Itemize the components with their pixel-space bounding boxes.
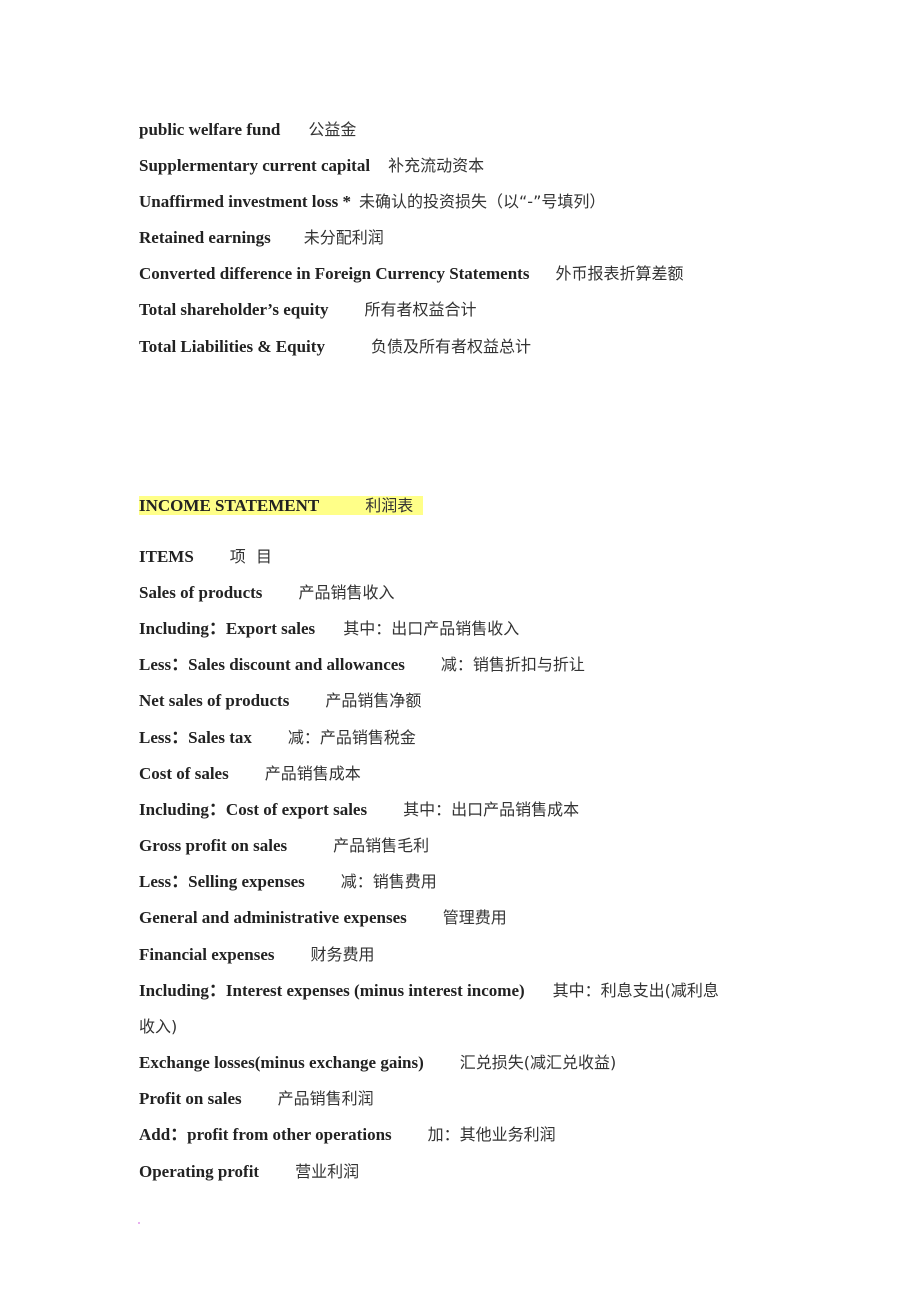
- term-english: Net sales of products: [139, 691, 290, 710]
- term-chinese: 减：产品销售税金: [287, 728, 416, 747]
- term-chinese: 其中：利息支出(减利息: [552, 981, 719, 1000]
- term-row: Including：Export sales 其中：出口产品销售收入: [139, 618, 519, 640]
- term-english: Profit on sales: [139, 1089, 242, 1108]
- term-row: Exchange losses(minus exchange gains) 汇兑损…: [139, 1052, 616, 1074]
- items-header-row: ITEMS 项 目: [139, 546, 272, 568]
- highlighted-heading: INCOME STATEMENT 利润表: [139, 496, 424, 515]
- term-english: Unaffirmed investment loss *: [139, 192, 352, 211]
- term-row: Gross profit on sales 产品销售毛利: [139, 835, 429, 857]
- term-english: Gross profit on sales: [139, 836, 288, 855]
- term-row: Retained earnings 未分配利润: [139, 227, 384, 249]
- term-english: General and administrative expenses: [139, 908, 407, 927]
- term-chinese: 减：销售费用: [340, 872, 437, 891]
- term-english: Cost of sales: [139, 764, 229, 783]
- term-chinese: 减：销售折扣与折让: [440, 655, 585, 674]
- heading-english: INCOME STATEMENT: [139, 496, 320, 515]
- term-chinese: 公益金: [308, 120, 357, 139]
- term-row: Total Liabilities & Equity 负债及所有者权益总计: [139, 336, 531, 358]
- term-row: Operating profit 营业利润: [139, 1161, 359, 1183]
- term-chinese: 补充流动资本: [388, 156, 485, 175]
- term-row: Financial expenses 财务费用: [139, 944, 375, 966]
- items-header-english: ITEMS: [139, 547, 194, 566]
- term-chinese: 产品销售收入: [298, 583, 395, 602]
- term-row: Total shareholder’s equity 所有者权益合计: [139, 299, 477, 321]
- term-english: Supplermentary current capital: [139, 156, 371, 175]
- heading-chinese: 利润表: [365, 496, 414, 515]
- term-chinese: 产品销售成本: [264, 764, 361, 783]
- term-row: Including：Cost of export sales 其中：出口产品销售成…: [139, 799, 579, 821]
- term-chinese: 产品销售利润: [277, 1089, 374, 1108]
- term-chinese: 负债及所有者权益总计: [370, 337, 531, 356]
- section-heading: INCOME STATEMENT 利润表: [139, 495, 424, 517]
- term-chinese: 未分配利润: [303, 228, 384, 247]
- term-english: Total Liabilities & Equity: [139, 337, 325, 356]
- term-english: Total shareholder’s equity: [139, 300, 329, 319]
- term-english: public welfare fund: [139, 120, 281, 139]
- term-english: Retained earnings: [139, 228, 271, 247]
- term-english: Financial expenses: [139, 945, 275, 964]
- term-chinese: 其中：出口产品销售收入: [343, 619, 520, 638]
- term-english: Add：profit from other operations: [139, 1125, 392, 1144]
- term-chinese: 财务费用: [310, 945, 375, 964]
- term-chinese: 外币报表折算差额: [555, 264, 684, 283]
- term-row: Profit on sales 产品销售利润: [139, 1088, 374, 1110]
- items-header-chinese: 项 目: [229, 547, 272, 566]
- term-english: Less：Selling expenses: [139, 872, 305, 891]
- term-chinese: 未确认的投资损失（以“-”号填列）: [359, 192, 606, 211]
- term-english: Less：Sales tax: [139, 728, 252, 747]
- term-row: public welfare fund 公益金: [139, 119, 356, 141]
- term-chinese: 汇兑损失(减汇兑收益): [459, 1053, 617, 1072]
- term-chinese-continuation: 收入): [139, 1017, 178, 1036]
- term-chinese: 营业利润: [295, 1162, 360, 1181]
- term-row: Less：Selling expenses 减：销售费用: [139, 871, 437, 893]
- term-chinese: 管理费用: [442, 908, 507, 927]
- term-row: Less：Sales discount and allowances 减：销售折扣…: [139, 654, 585, 676]
- document-page: public welfare fund 公益金 Supplermentary cu…: [0, 0, 920, 1302]
- term-chinese: 加：其他业务利润: [427, 1125, 556, 1144]
- term-row: Sales of products 产品销售收入: [139, 582, 394, 604]
- stray-mark: [138, 1222, 140, 1224]
- term-english: Sales of products: [139, 583, 263, 602]
- term-english: Including：Export sales: [139, 619, 316, 638]
- term-row: Less：Sales tax 减：产品销售税金: [139, 727, 416, 749]
- term-row: Supplermentary current capital 补充流动资本: [139, 155, 484, 177]
- term-chinese: 产品销售毛利: [333, 836, 430, 855]
- term-english: Including：Interest expenses (minus inter…: [139, 981, 525, 1000]
- term-english: Including：Cost of export sales: [139, 800, 368, 819]
- term-row: Cost of sales 产品销售成本: [139, 763, 361, 785]
- term-english: Exchange losses(minus exchange gains): [139, 1053, 424, 1072]
- term-chinese: 其中：出口产品销售成本: [403, 800, 580, 819]
- term-chinese: 产品销售净额: [325, 691, 422, 710]
- term-row: General and administrative expenses 管理费用: [139, 907, 507, 929]
- term-row: Including：Interest expenses (minus inter…: [139, 980, 719, 1002]
- term-english: Less：Sales discount and allowances: [139, 655, 405, 674]
- term-row: Unaffirmed investment loss * 未确认的投资损失（以“-…: [139, 191, 605, 213]
- term-row: Converted difference in Foreign Currency…: [139, 263, 683, 285]
- term-row: Net sales of products 产品销售净额: [139, 690, 421, 712]
- term-chinese: 所有者权益合计: [364, 300, 477, 319]
- term-english: Operating profit: [139, 1162, 260, 1181]
- term-row: Add：profit from other operations 加：其他业务利润: [139, 1124, 556, 1146]
- term-english: Converted difference in Foreign Currency…: [139, 264, 530, 283]
